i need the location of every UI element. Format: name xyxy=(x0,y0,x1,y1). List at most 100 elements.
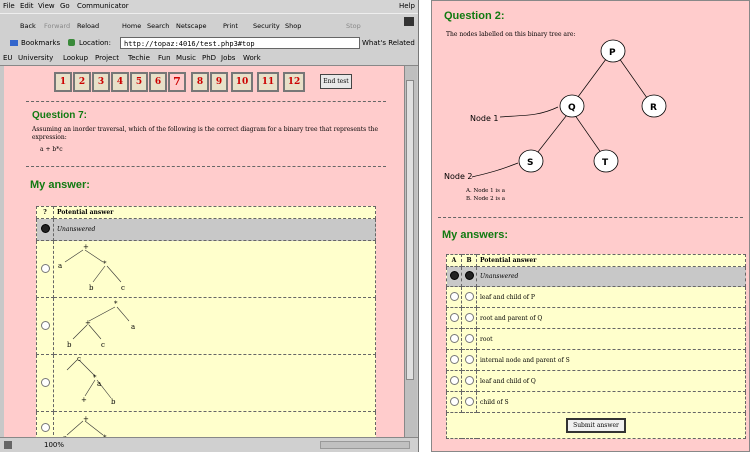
link-lookup[interactable]: Lookup xyxy=(63,54,88,62)
menu-help[interactable]: Help xyxy=(399,2,415,10)
node2-radio-6[interactable] xyxy=(464,396,474,406)
node1-radio-4[interactable] xyxy=(449,354,459,364)
browser-window: File Edit View Go Communicator Help Back… xyxy=(0,0,419,452)
tree-node: b xyxy=(67,341,72,349)
node1-radio-1[interactable] xyxy=(449,291,459,301)
answer-label: root and parent of Q xyxy=(476,307,746,329)
personal-toolbar: EU University Lookup Project Techie Fun … xyxy=(0,52,418,66)
answer-radio-unanswered[interactable] xyxy=(40,224,50,233)
question-button-10[interactable]: 10 xyxy=(231,72,253,92)
question-button-6[interactable]: 6 xyxy=(149,72,167,92)
shop-button[interactable]: Shop xyxy=(285,22,301,30)
column-header: B xyxy=(461,254,477,267)
node-2-label: Node 2 xyxy=(444,172,473,181)
tree-node-s: S xyxy=(527,158,533,168)
answer-label: leaf and child of P xyxy=(476,286,746,308)
tree-node: * xyxy=(103,260,107,268)
security-lock-icon xyxy=(4,441,12,449)
component-bar-icons[interactable] xyxy=(320,441,410,449)
bookmarks-button[interactable]: Bookmarks xyxy=(21,39,60,47)
link-techie[interactable]: Techie xyxy=(128,54,150,62)
answer-radio-2[interactable] xyxy=(40,320,50,330)
question-button-8[interactable]: 8 xyxy=(191,72,209,92)
node2-radio-2[interactable] xyxy=(464,312,474,322)
node2-radio-unanswered[interactable] xyxy=(464,271,474,280)
link-jobs[interactable]: Jobs xyxy=(221,54,235,62)
question-button-2[interactable]: 2 xyxy=(73,72,91,92)
node1-radio-3[interactable] xyxy=(449,333,459,343)
print-button[interactable]: Print xyxy=(223,22,238,30)
home-button[interactable]: Home xyxy=(122,22,141,30)
end-test-button[interactable]: End test xyxy=(320,74,352,89)
question-button-7[interactable]: 7 xyxy=(168,72,186,92)
answer-label: Unanswered xyxy=(53,218,376,241)
navigation-toolbar: Back Forward Reload Home Search Netscape… xyxy=(0,13,418,37)
tree-node: + xyxy=(83,243,89,251)
node2-radio-3[interactable] xyxy=(464,333,474,343)
whats-related-button[interactable]: What's Related xyxy=(362,39,415,47)
node-1-label: Node 1 xyxy=(470,114,499,123)
netscape-logo-icon xyxy=(404,17,414,26)
menu-edit[interactable]: Edit xyxy=(20,2,34,10)
menu-view[interactable]: View xyxy=(38,2,55,10)
question-button-4[interactable]: 4 xyxy=(111,72,129,92)
question-button-3[interactable]: 3 xyxy=(92,72,110,92)
question-button-12[interactable]: 12 xyxy=(283,72,305,92)
link-music[interactable]: Music xyxy=(176,54,196,62)
answer-radio-4[interactable] xyxy=(40,422,50,432)
link-phd[interactable]: PhD xyxy=(202,54,216,62)
question-button-5[interactable]: 5 xyxy=(130,72,148,92)
link-eu[interactable]: EU xyxy=(3,54,13,62)
back-button[interactable]: Back xyxy=(20,22,36,30)
menu-go[interactable]: Go xyxy=(60,2,70,10)
option-a: A. Node 1 is a xyxy=(466,188,505,194)
stop-button[interactable]: Stop xyxy=(346,22,361,30)
table-row: root and parent of Q xyxy=(446,307,746,329)
tree-node: + xyxy=(81,396,87,404)
table-row: root xyxy=(446,328,746,350)
menu-communicator[interactable]: Communicator xyxy=(77,2,129,10)
search-button[interactable]: Search xyxy=(147,22,169,30)
question-button-9[interactable]: 9 xyxy=(210,72,228,92)
node1-radio-2[interactable] xyxy=(449,312,459,322)
node1-radio-6[interactable] xyxy=(449,396,459,406)
node2-radio-1[interactable] xyxy=(464,291,474,301)
tree-node: a xyxy=(58,262,62,270)
option-b: B. Node 2 is a xyxy=(466,196,506,202)
menu-bar: File Edit View Go Communicator Help xyxy=(0,0,418,13)
page-content: 1 2 3 4 5 6 7 8 9 10 11 12 End test Ques… xyxy=(4,66,404,437)
tree-diagram-3: c * a + b xyxy=(53,354,376,412)
answer-radio-3[interactable] xyxy=(40,377,50,387)
security-button[interactable]: Security xyxy=(253,22,280,30)
tree-node: * xyxy=(114,300,118,308)
menu-file[interactable]: File xyxy=(3,2,15,10)
answer-label: child of S xyxy=(476,391,746,413)
tree-node: c xyxy=(77,356,81,363)
forward-button[interactable]: Forward xyxy=(44,22,70,30)
link-project[interactable]: Project xyxy=(95,54,119,62)
location-input[interactable]: http://topaz:4016/test.php3#top xyxy=(120,37,360,49)
node2-radio-5[interactable] xyxy=(464,375,474,385)
answer-label: leaf and child of Q xyxy=(476,370,746,392)
submit-answer-button[interactable]: Submit answer xyxy=(566,418,626,433)
tree-node-p: P xyxy=(609,48,616,58)
tree-node-t: T xyxy=(602,158,609,168)
column-header: Potential answer xyxy=(53,206,376,219)
divider xyxy=(26,101,386,102)
location-icon xyxy=(68,39,75,46)
question-title: Question 7: xyxy=(32,110,88,121)
reload-button[interactable]: Reload xyxy=(77,22,99,30)
link-university[interactable]: University xyxy=(18,54,53,62)
answer-radio-1[interactable] xyxy=(40,263,50,273)
netscape-button[interactable]: Netscape xyxy=(176,22,206,30)
scrollbar-thumb[interactable] xyxy=(406,80,414,380)
table-row: + a * xyxy=(36,411,376,437)
question-button-11[interactable]: 11 xyxy=(257,72,279,92)
link-fun[interactable]: Fun xyxy=(158,54,171,62)
table-row: leaf and child of Q xyxy=(446,370,746,392)
link-work[interactable]: Work xyxy=(243,54,261,62)
node1-radio-5[interactable] xyxy=(449,375,459,385)
node1-radio-unanswered[interactable] xyxy=(449,271,459,280)
question-button-1[interactable]: 1 xyxy=(54,72,72,92)
node2-radio-4[interactable] xyxy=(464,354,474,364)
